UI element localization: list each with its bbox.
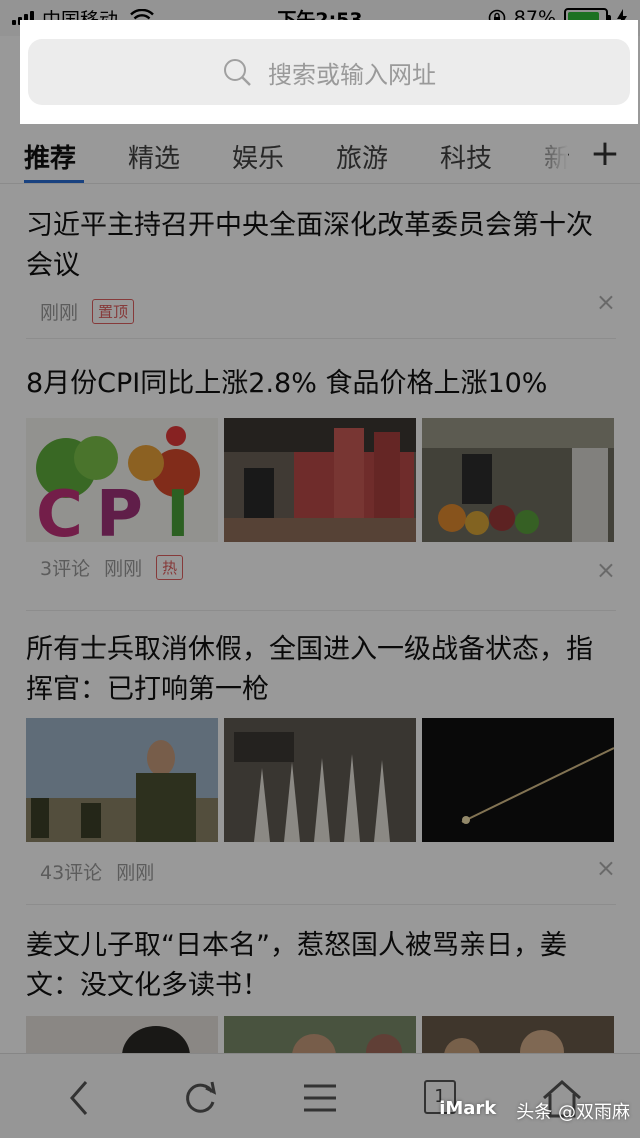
tab-recommend[interactable]: 推荐 [24,138,76,175]
night-missile-image [422,718,614,842]
active-tab-indicator [24,180,84,183]
pinned-badge: 置顶 [92,299,135,324]
divider [26,610,616,611]
refresh-icon[interactable] [178,1076,222,1120]
dismiss-icon[interactable]: × [596,288,616,316]
news-meta: 43评论 刚刚 [40,858,616,885]
dismiss-icon[interactable]: × [596,556,616,584]
svg-text:P: P [96,478,143,542]
news-meta: 刚刚 置顶 [40,298,616,325]
search-icon [224,59,251,86]
search-input[interactable]: 搜索或输入网址 [28,39,630,105]
tab-tech[interactable]: 科技 [440,138,492,175]
news-item[interactable]: 所有士兵取消休假，全国进入一级战备状态，指挥官：已打响第一枪 43评论 刚刚 × [26,630,616,885]
add-channel-button[interactable]: + [588,134,622,174]
back-icon[interactable] [58,1076,102,1120]
comment-count: 43评论 [40,862,103,884]
news-item[interactable]: 8月份CPI同比上涨2.8% 食品价格上涨10% C P I 3评论 刚刚 热 … [26,364,616,584]
news-item[interactable]: 习近平主持召开中央全面深化改革委员会第十次会议 刚刚 置顶 × [26,206,616,325]
search-area: 搜索或输入网址 [20,20,638,124]
news-title[interactable]: 所有士兵取消休假，全国进入一级战备状态，指挥官：已打响第一枪 [26,630,616,710]
vegetable-market-image [422,418,614,542]
bottom-toolbar: 1 [0,1053,640,1138]
divider [26,338,616,339]
menu-icon[interactable] [298,1076,342,1120]
comment-count: 3评论 [40,558,91,580]
meat-market-image [224,418,416,542]
news-time: 刚刚 [40,302,79,324]
dismiss-icon[interactable]: × [596,854,616,882]
divider [26,904,616,905]
news-title[interactable]: 8月份CPI同比上涨2.8% 食品价格上涨10% [26,364,616,404]
missiles-image [224,718,416,842]
tab-travel[interactable]: 旅游 [336,138,388,175]
search-placeholder: 搜索或输入网址 [268,60,436,89]
news-time: 刚刚 [104,558,143,580]
tab-fade [528,124,568,182]
news-title[interactable]: 姜文儿子取“日本名”，惹怒国人被骂亲日，姜文：没文化多读书！ [26,926,616,1006]
svg-text:I: I [166,478,190,542]
imark-logo-text: iMark [439,1098,497,1119]
cpi-vegetables-image: C P I [26,418,218,542]
svg-text:C: C [36,478,83,542]
news-thumbnails [26,718,616,842]
watermark: iMark 头条 @双雨麻 [439,1098,630,1124]
news-meta: 3评论 刚刚 热 [40,554,616,581]
news-title[interactable]: 习近平主持召开中央全面深化改革委员会第十次会议 [26,206,616,286]
tab-entertainment[interactable]: 娱乐 [232,138,284,175]
channel-tabs: 推荐 精选 娱乐 旅游 科技 新 + [0,124,640,184]
source-text: 头条 @双雨麻 [516,1102,630,1123]
tab-featured[interactable]: 精选 [128,138,180,175]
news-time: 刚刚 [116,862,155,884]
hot-badge: 热 [156,555,184,580]
news-thumbnails: C P I [26,418,616,542]
soldiers-image [26,718,218,842]
